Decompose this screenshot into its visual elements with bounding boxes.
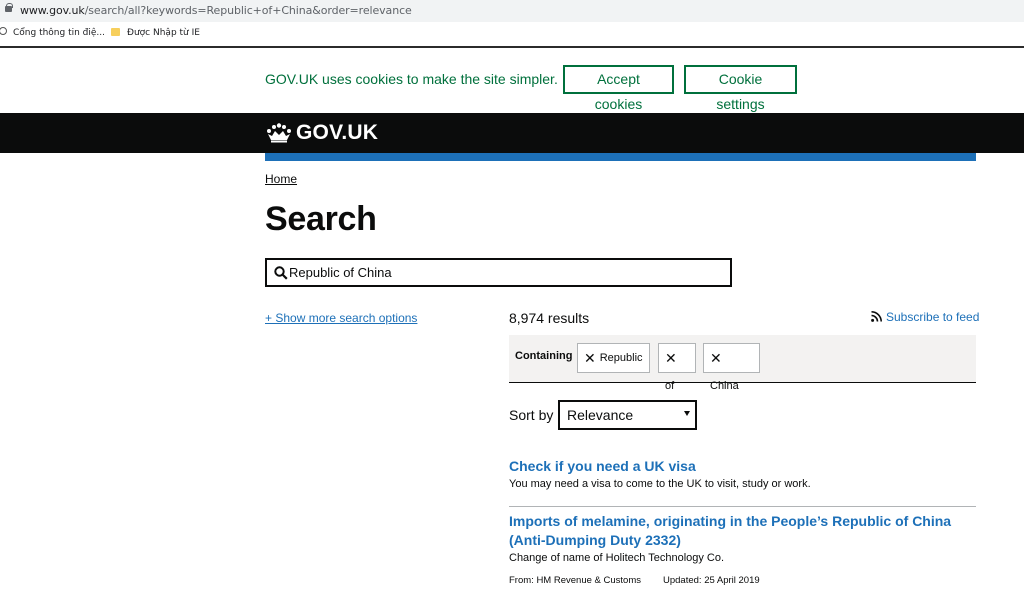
sort-label: Sort by (509, 407, 554, 423)
chrome-border (0, 46, 1024, 48)
url-text[interactable]: www.gov.uk/search/all?keywords=Republic+… (20, 4, 412, 17)
search-icon[interactable] (274, 266, 288, 280)
result-divider (509, 506, 976, 507)
breadcrumb-home[interactable]: Home (265, 172, 297, 186)
filter-chip-republic[interactable]: ✕ Republic (577, 343, 650, 373)
subscribe-to-feed-link[interactable]: Subscribe to feed (886, 310, 979, 324)
result-description: You may need a visa to come to the UK to… (509, 478, 811, 490)
dropdown-arrow-icon (684, 411, 690, 416)
result-title-link[interactable]: Check if you need a UK visa (509, 457, 976, 476)
result-description: Change of name of Holitech Technology Co… (509, 552, 725, 564)
filter-chip-of[interactable]: ✕of (658, 343, 696, 392)
close-icon[interactable]: ✕ (665, 344, 677, 372)
filter-chip-china[interactable]: ✕China (703, 343, 760, 392)
result-organisation: From: HM Revenue & Customs (509, 575, 641, 586)
show-more-search-options-link[interactable]: + Show more search options (265, 311, 417, 325)
govuk-logo[interactable]: GOV.UK (296, 121, 378, 145)
rss-icon[interactable] (871, 311, 882, 322)
folder-icon (111, 28, 120, 36)
close-icon[interactable]: ✕ (710, 344, 722, 372)
sort-select[interactable]: Relevance (558, 400, 697, 430)
close-icon[interactable]: ✕ (584, 344, 596, 372)
search-box[interactable] (265, 258, 732, 287)
lock-icon (5, 3, 13, 12)
cookie-settings-button[interactable]: Cookie settings (684, 65, 797, 112)
filter-bar: Containing ✕ Republic ✕of ✕China (509, 335, 976, 392)
cookie-message: GOV.UK uses cookies to make the site sim… (265, 71, 558, 87)
browser-address-bar[interactable]: www.gov.uk/search/all?keywords=Republic+… (0, 0, 1024, 22)
result-updated-date: Updated: 25 April 2019 (663, 575, 760, 586)
header-blue-rule (265, 153, 976, 161)
containing-label: Containing (515, 350, 573, 362)
result-title-link[interactable]: Imports of melamine, originating in the … (509, 512, 976, 550)
search-input[interactable] (289, 260, 719, 285)
bookmark-item[interactable]: Cổng thông tin điệ... (13, 28, 105, 38)
bookmark-item[interactable]: Được Nhập từ IE (127, 28, 200, 38)
sort-selected-value: Relevance (567, 407, 634, 423)
crown-icon (267, 123, 291, 143)
results-count: 8,974 results (509, 310, 590, 326)
page-title: Search (265, 200, 377, 238)
accept-cookies-button[interactable]: Accept cookies (563, 65, 674, 112)
site-header (0, 113, 1024, 153)
